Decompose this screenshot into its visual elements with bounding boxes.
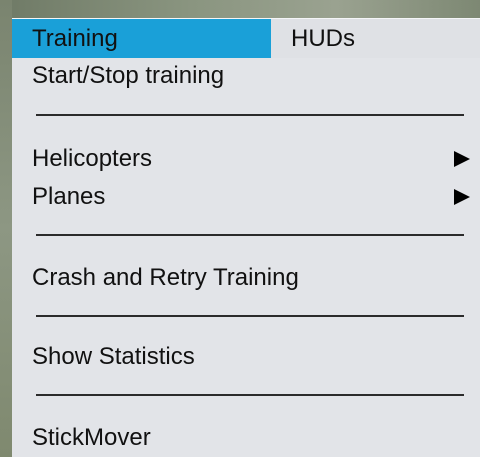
menu-item-stickmover[interactable]: StickMover (32, 423, 151, 453)
menu-item-helicopters[interactable]: Helicopters (32, 144, 472, 174)
menu-tab-training[interactable]: Training (12, 19, 271, 59)
menu-item-label: Crash and Retry Training (32, 264, 299, 291)
menu-tab-label: HUDs (291, 25, 355, 52)
menu-tab-label: Training (32, 25, 118, 52)
menu-separator (36, 114, 464, 116)
background-strip-top (0, 0, 480, 20)
menu-item-planes[interactable]: Planes (32, 182, 472, 212)
menu-tab-huds[interactable]: HUDs (271, 19, 480, 59)
menu-item-label: Helicopters (32, 145, 153, 172)
menu-item-label: Show Statistics (32, 343, 195, 370)
menu-item-start-stop-training[interactable]: Start/Stop training (32, 61, 224, 91)
submenu-arrow-icon (454, 189, 470, 205)
menu-item-label: StickMover (32, 424, 151, 451)
menu-window: Training HUDs Start/Stop training Helico… (0, 0, 480, 457)
menu-separator (36, 315, 464, 317)
menu-item-label: Start/Stop training (32, 62, 225, 89)
menu-separator (36, 394, 464, 396)
menu-item-label: Planes (32, 183, 106, 210)
submenu-arrow-icon (454, 151, 470, 167)
menu-separator (36, 234, 464, 236)
background-strip-left (0, 0, 12, 457)
menu-item-crash-and-retry-training[interactable]: Crash and Retry Training (32, 263, 299, 293)
training-dropdown-menu: Start/Stop training Helicopters Planes C… (12, 58, 480, 457)
menu-bar: Training HUDs (12, 18, 480, 59)
menu-item-show-statistics[interactable]: Show Statistics (32, 342, 195, 372)
